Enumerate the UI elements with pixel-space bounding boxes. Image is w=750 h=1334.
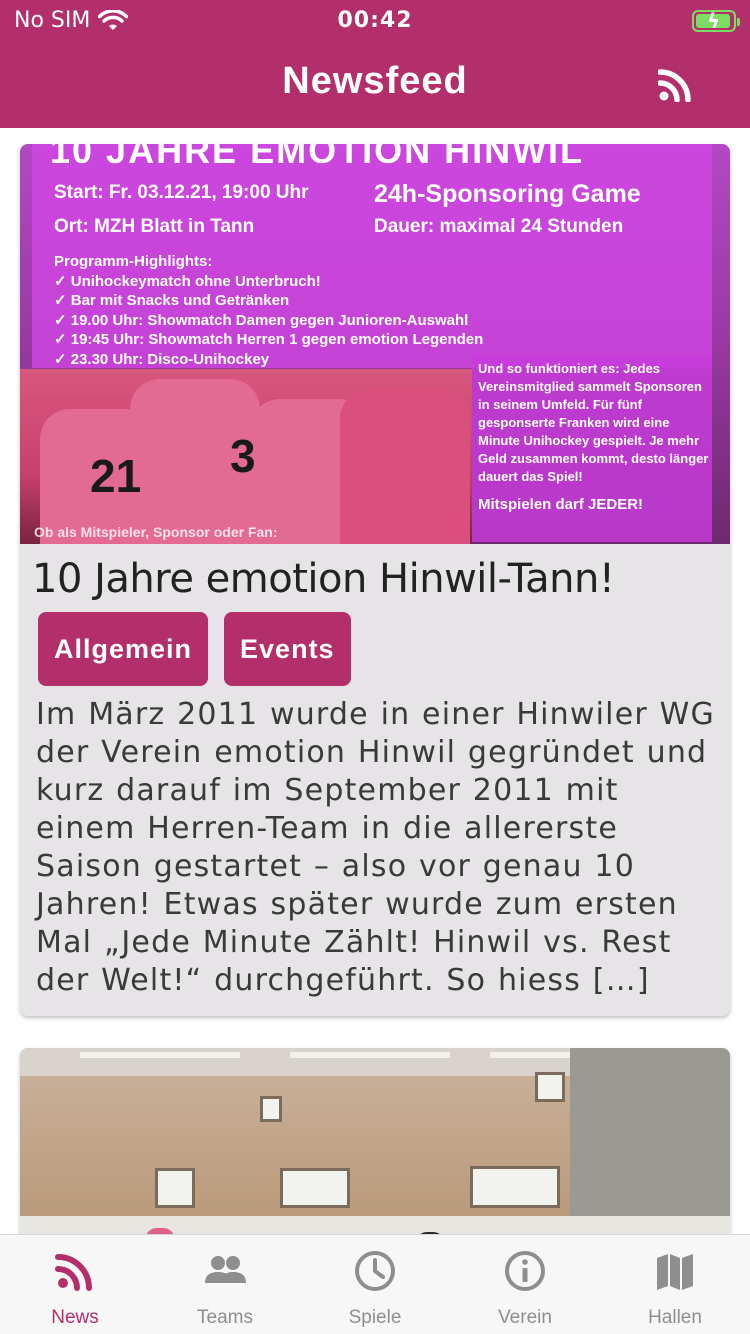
- tab-news[interactable]: News: [0, 1235, 150, 1334]
- clock-time: 00:42: [337, 8, 413, 33]
- tab-bar: News Teams Spiele Verein Hallen: [0, 1234, 750, 1334]
- poster-highlights: Programm-Highlights: ✓ Unihockeymatch oh…: [54, 252, 483, 369]
- battery-icon: ϟ: [692, 9, 740, 33]
- poster-highlights-title: Programm-Highlights:: [54, 253, 213, 270]
- poster-bottom-line: Ob als Mitspieler, Sponsor oder Fan:: [34, 524, 278, 540]
- info-icon: [505, 1251, 545, 1291]
- tab-label: Spiele: [348, 1307, 402, 1328]
- people-icon: [205, 1256, 246, 1283]
- page-title: Newsfeed: [282, 60, 468, 102]
- clock-icon: [355, 1251, 395, 1291]
- status-bar: No SIM 00:42 ϟ: [0, 0, 750, 40]
- news-card[interactable]: [20, 1048, 730, 1234]
- news-image: 21 3 10 JAHRE EMOTION HINWIL Start: Fr. …: [20, 144, 730, 544]
- poster-highlight-item: ✓ 23.30 Uhr: Disco-Unihockey: [54, 350, 270, 368]
- tab-hallen[interactable]: Hallen: [600, 1235, 750, 1334]
- news-card[interactable]: 21 3 10 JAHRE EMOTION HINWIL Start: Fr. …: [20, 144, 730, 1016]
- app-header: No SIM 00:42 ϟ Newsfeed: [0, 0, 750, 128]
- tag-allgemein[interactable]: Allgemein: [38, 612, 209, 686]
- poster-location: Ort: MZH Blatt in Tann: [54, 216, 255, 237]
- poster-cta: Mitspielen darf JEDER!: [478, 496, 644, 513]
- poster-highlight-item: ✓ Bar mit Snacks und Getränken: [54, 292, 290, 309]
- news-title[interactable]: 10 Jahre emotion Hinwil-Tann!: [32, 556, 615, 602]
- players-photo: 21 3: [20, 369, 472, 544]
- news-excerpt: Im März 2011 wurde in einer Hinwiler WG …: [36, 697, 715, 998]
- rss-icon[interactable]: [658, 68, 692, 102]
- news-feed[interactable]: 21 3 10 JAHRE EMOTION HINWIL Start: Fr. …: [0, 128, 750, 1234]
- tab-label: Hallen: [648, 1307, 702, 1328]
- poster-start: Start: Fr. 03.12.21, 19:00 Uhr: [54, 182, 309, 203]
- poster-highlight-item: ✓ 19.00 Uhr: Showmatch Damen gegen Junio…: [54, 311, 469, 329]
- tab-verein[interactable]: Verein: [450, 1235, 600, 1334]
- poster-headline: 10 JAHRE EMOTION HINWIL: [50, 144, 585, 171]
- tab-spiele[interactable]: Spiele: [300, 1235, 450, 1334]
- poster-highlight-item: ✓ 19:45 Uhr: Showmatch Herren 1 gegen em…: [54, 331, 484, 348]
- poster-duration: Dauer: maximal 24 Stunden: [374, 216, 624, 237]
- rss-icon: [55, 1254, 92, 1291]
- tab-label: News: [51, 1307, 99, 1328]
- tag-events[interactable]: Events: [224, 612, 351, 686]
- poster-highlight-item: ✓ Unihockeymatch ohne Unterbruch!: [54, 272, 321, 290]
- poster-explain-text: Und so funktioniert es: Jedes Vereinsmit…: [478, 361, 709, 484]
- news-tags: Allgemein Events: [38, 612, 351, 686]
- tab-teams[interactable]: Teams: [150, 1235, 300, 1334]
- poster-explain: Und so funktioniert es: Jedes Vereinsmit…: [478, 360, 710, 514]
- poster-game: 24h-Sponsoring Game: [374, 180, 641, 208]
- tab-label: Verein: [498, 1307, 552, 1328]
- tab-label: Teams: [197, 1307, 253, 1328]
- news-image: [20, 1048, 730, 1234]
- map-icon: [657, 1254, 693, 1290]
